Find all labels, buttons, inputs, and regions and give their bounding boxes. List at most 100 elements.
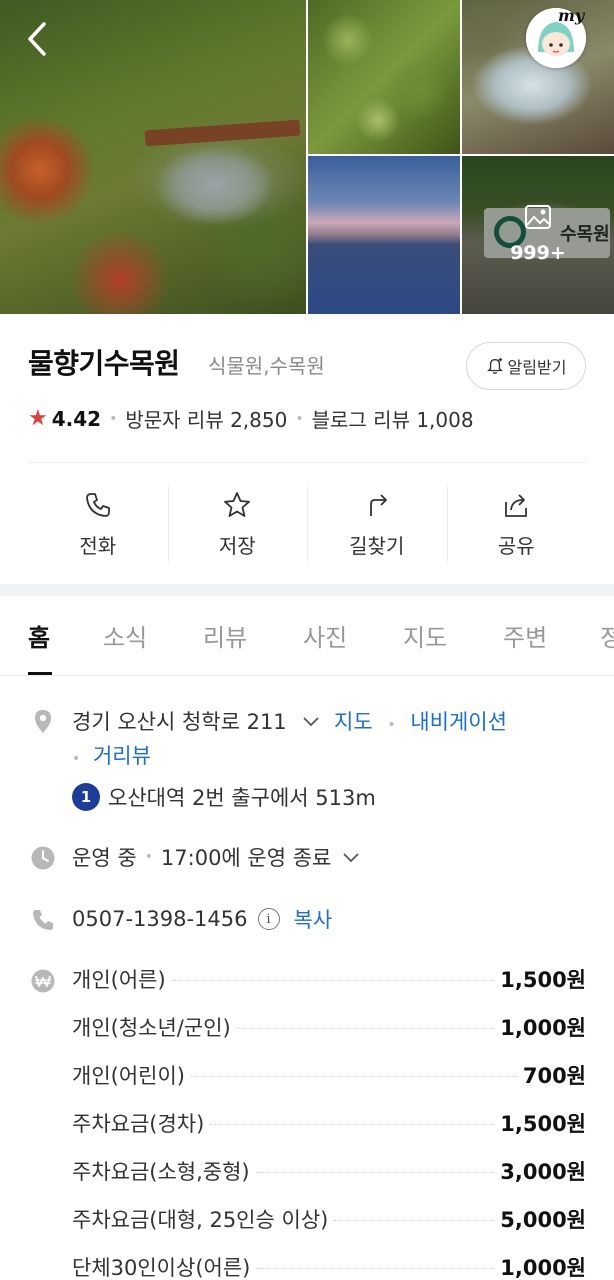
image-icon (525, 205, 551, 229)
won-currency-icon (31, 969, 55, 993)
price-value: 5,000원 (500, 1208, 586, 1232)
subway-text: 오산대역 2번 출구에서 513m (108, 786, 376, 810)
map-link[interactable]: 지도 (334, 710, 373, 734)
dotted-leader (334, 1220, 495, 1221)
closing-time: 17:00에 운영 종료 (160, 846, 332, 870)
price-value: 1,500원 (500, 1112, 586, 1136)
price-label: 개인(어린이) (72, 1064, 185, 1088)
action-label: 길찾기 (349, 533, 405, 558)
divider (28, 462, 586, 463)
address-text[interactable]: 경기 오산시 청학로 211 (72, 710, 287, 734)
price-label: 주차요금(경차) (72, 1112, 205, 1136)
directions-icon (369, 493, 387, 516)
price-list: 개인(어른) 1,500원 개인(청소년/군인) 1,000원 개인(어린이) … (72, 964, 586, 1280)
blog-reviews-link[interactable]: 블로그 리뷰 1,008 (312, 404, 474, 433)
price-row: 단체30인이상(어른) 1,000원 (72, 1252, 586, 1280)
phone-row: 0507-1398-1456 i 복사 (72, 904, 332, 934)
photo-gallery[interactable]: 수목원 999+ my (0, 0, 614, 314)
address-row-2: • 거리뷰 (72, 740, 151, 770)
price-row: 주차요금(소형,중형) 3,000원 (72, 1156, 586, 1204)
tab-reviews[interactable]: 리뷰 (203, 618, 247, 653)
phone-icon (33, 910, 53, 930)
street-view-link[interactable]: 거리뷰 (93, 744, 151, 768)
section-divider (0, 584, 614, 596)
my-profile-avatar[interactable]: my (526, 6, 586, 68)
price-row: 주차요금(대형, 25인승 이상) 5,000원 (72, 1204, 586, 1252)
separator-dot: • (387, 717, 396, 733)
photo-more[interactable]: 수목원 999+ (462, 156, 614, 314)
place-category: 식물원,수목원 (208, 354, 325, 378)
price-label: 개인(청소년/군인) (72, 1016, 231, 1040)
back-button[interactable] (22, 18, 54, 60)
action-label: 저장 (218, 533, 256, 558)
dotted-leader (236, 1028, 495, 1029)
notify-button[interactable]: 알림받기 (466, 342, 586, 390)
photo-count: 999+ (510, 242, 566, 264)
dotted-leader (256, 1268, 495, 1269)
location-pin-icon (35, 710, 51, 733)
tab-active-indicator (28, 672, 52, 675)
tab-bar: 홈 소식 리뷰 사진 지도 주변 정 (0, 596, 614, 676)
copy-button[interactable]: 복사 (294, 904, 333, 934)
call-button[interactable]: 전화 (28, 478, 168, 570)
separator-dot: • (72, 751, 81, 767)
avatar-my-badge: my (558, 6, 585, 25)
hours-row[interactable]: 운영 중 • 17:00에 운영 종료 (72, 842, 361, 872)
tab-nearby[interactable]: 주변 (503, 618, 547, 653)
action-label: 공유 (497, 533, 535, 558)
subway-info: 1 오산대역 2번 출구에서 513m (72, 782, 376, 812)
separator-dot: • (295, 410, 304, 427)
action-label: 전화 (79, 533, 117, 558)
place-name: 물향기수목원 (28, 347, 180, 380)
address-row: 경기 오산시 청학로 211 지도 • 내비게이션 (72, 706, 507, 736)
bell-plus-icon (486, 357, 503, 374)
directions-button[interactable]: 길찾기 (307, 478, 447, 570)
tab-more[interactable]: 정 (600, 618, 614, 653)
phone-number[interactable]: 0507-1398-1456 (72, 907, 248, 931)
price-value: 1,500원 (500, 968, 586, 992)
phone-icon (85, 492, 110, 517)
price-value: 1,000원 (500, 1016, 586, 1040)
rating-value: 4.42 (51, 406, 102, 431)
price-label: 개인(어른) (72, 968, 166, 992)
navigation-link[interactable]: 내비게이션 (410, 710, 507, 734)
dotted-leader (255, 1172, 495, 1173)
chevron-left-icon (28, 22, 46, 56)
price-value: 700원 (522, 1064, 586, 1088)
share-button[interactable]: 공유 (446, 478, 587, 570)
star-icon (224, 491, 251, 517)
subway-line-badge: 1 (72, 783, 100, 811)
price-value: 3,000원 (500, 1160, 586, 1184)
photo-count-overlay: 999+ (462, 156, 614, 314)
separator-dot: • (144, 849, 153, 865)
save-button[interactable]: 저장 (167, 478, 308, 570)
visitor-reviews-link[interactable]: 방문자 리뷰 2,850 (125, 404, 287, 433)
tab-map[interactable]: 지도 (403, 618, 447, 653)
action-bar: 전화 저장 길찾기 공유 (28, 478, 586, 570)
dotted-leader (210, 1124, 495, 1125)
photo-thumbnail[interactable] (308, 156, 460, 314)
dotted-leader (171, 980, 495, 981)
info-icon[interactable]: i (257, 908, 280, 930)
chevron-down-icon[interactable] (341, 847, 361, 867)
tab-home[interactable]: 홈 (28, 618, 50, 653)
price-row: 개인(어른) 1,500원 (72, 964, 586, 1012)
rating-row: ★ 4.42 • 방문자 리뷰 2,850 • 블로그 리뷰 1,008 (28, 404, 474, 433)
tab-news[interactable]: 소식 (103, 618, 147, 653)
price-row: 개인(어린이) 700원 (72, 1060, 586, 1108)
tab-photos[interactable]: 사진 (303, 618, 347, 653)
photo-thumbnail[interactable] (308, 0, 460, 154)
clock-icon (31, 846, 55, 870)
share-icon (505, 493, 528, 517)
chevron-down-icon[interactable] (301, 711, 321, 731)
separator-dot: • (109, 410, 118, 427)
status-text: 운영 중 (72, 846, 137, 870)
price-row: 주차요금(경차) 1,500원 (72, 1108, 586, 1156)
price-value: 1,000원 (500, 1256, 586, 1280)
dotted-leader (191, 1076, 517, 1077)
price-row: 개인(청소년/군인) 1,000원 (72, 1012, 586, 1060)
price-label: 주차요금(소형,중형) (72, 1160, 250, 1184)
notify-label: 알림받기 (507, 358, 567, 377)
price-label: 단체30인이상(어른) (72, 1256, 251, 1280)
price-label: 주차요금(대형, 25인승 이상) (72, 1208, 329, 1232)
